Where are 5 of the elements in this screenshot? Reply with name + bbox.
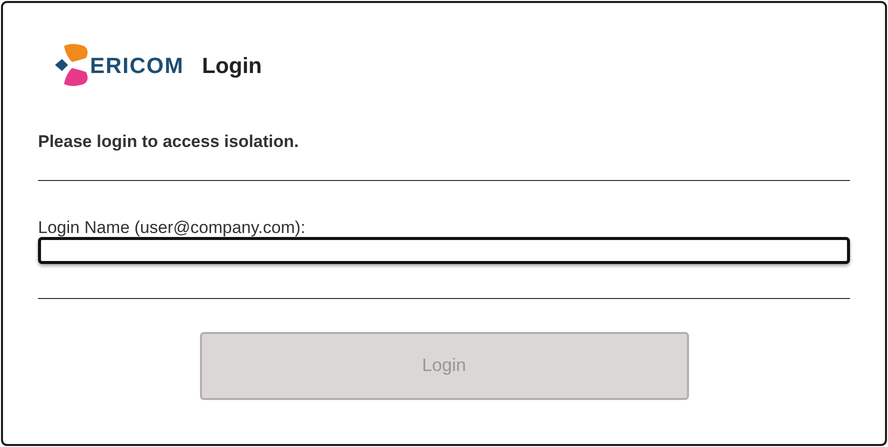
- logo-wordmark: ERICOM: [90, 52, 184, 80]
- login-name-field[interactable]: [38, 236, 850, 264]
- login-message: Please login to access isolation.: [38, 131, 300, 153]
- page-title: Login: [202, 52, 262, 80]
- field-label: Login Name (user@company.com):: [38, 218, 306, 236]
